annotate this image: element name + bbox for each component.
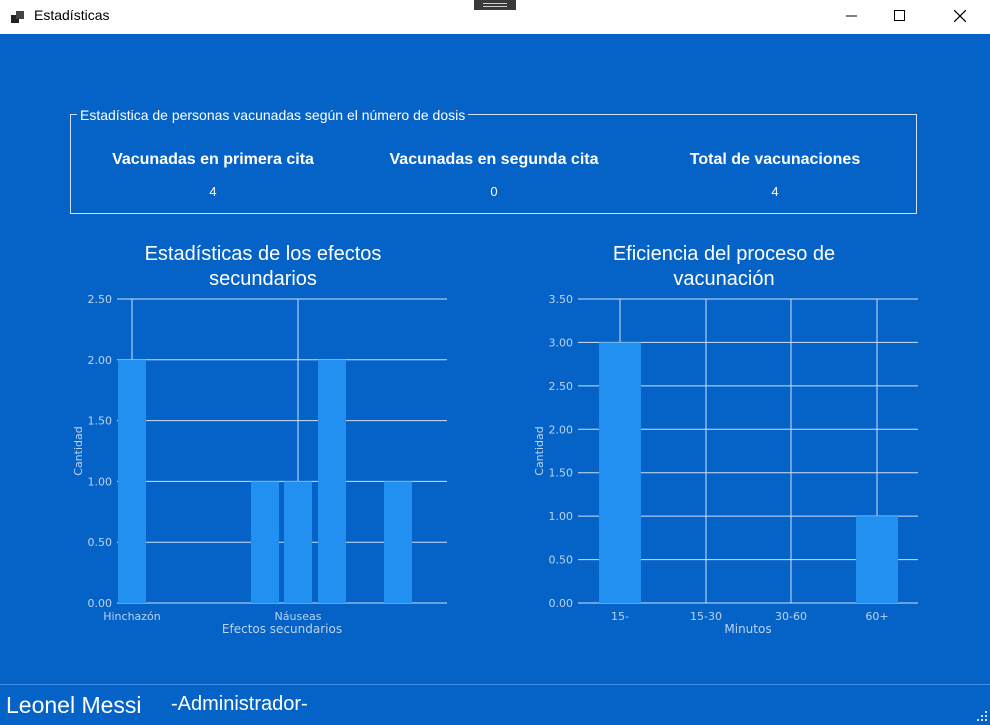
y-tick-label: 0.00 — [549, 597, 574, 610]
x-axis-label: Minutos — [724, 622, 771, 636]
y-tick-label: 2.00 — [549, 423, 574, 436]
y-tick-label: 0.50 — [549, 554, 574, 567]
user-role: -Administrador- — [171, 693, 308, 715]
x-tick-label: 30-60 — [775, 610, 807, 623]
vaccination-efficiency-chart: Eficiencia del proceso de vacunación 0.00 0… — [533, 243, 918, 636]
y-tick-label: 3.00 — [549, 336, 574, 349]
status-footer — [0, 684, 990, 725]
y-axis-label: Cantidad — [533, 426, 546, 475]
bar — [599, 342, 641, 603]
chart-title: Eficiencia del proceso de vacunación — [613, 243, 835, 290]
x-tick-label: 15-30 — [690, 610, 722, 623]
y-tick-label: 1.50 — [549, 467, 574, 480]
x-tick-label: 15- — [611, 610, 629, 623]
x-tick-label: 60+ — [865, 610, 888, 623]
bar — [856, 516, 898, 603]
y-tick-label: 3.50 — [549, 293, 574, 306]
y-tick-label: 1.00 — [549, 510, 574, 523]
resize-grip-icon[interactable] — [976, 710, 988, 722]
y-tick-label: 2.50 — [549, 380, 574, 393]
user-name: Leonel Messi — [6, 692, 142, 718]
